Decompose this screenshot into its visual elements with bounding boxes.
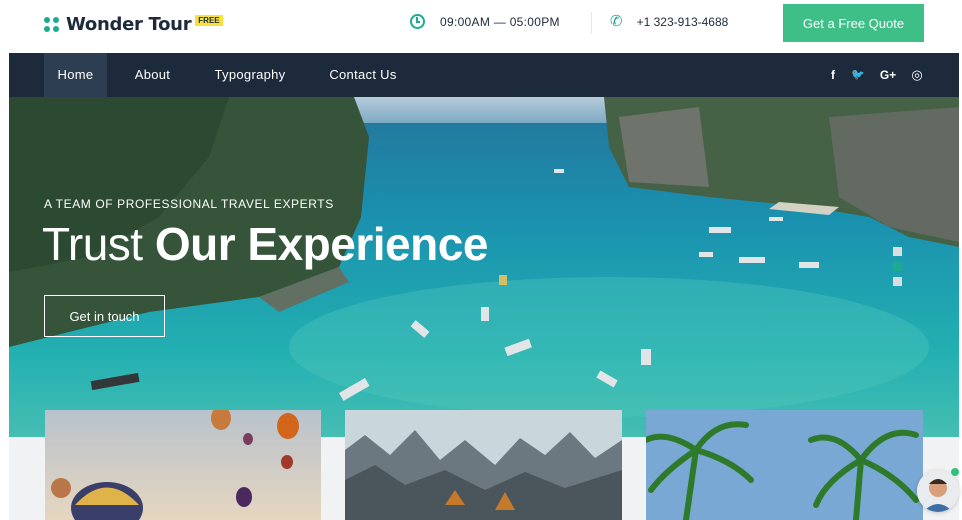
headline-bold: Our Experience	[154, 218, 489, 270]
support-agent-avatar	[917, 470, 959, 512]
chat-widget-avatar[interactable]	[917, 470, 959, 512]
free-badge: FREE	[195, 15, 223, 26]
online-status-dot	[951, 468, 959, 476]
clock-icon	[410, 14, 425, 29]
tour-card-balloons[interactable]	[45, 410, 321, 520]
main-nav: Home About Typography Contact Us f 🐦 G+ …	[9, 53, 959, 97]
hero-eyebrow: A TEAM OF PROFESSIONAL TRAVEL EXPERTS	[44, 197, 334, 211]
google-plus-icon[interactable]: G+	[877, 53, 899, 97]
instagram-icon[interactable]: ◎	[909, 53, 925, 97]
nav-item-contact[interactable]: Contact Us	[318, 53, 408, 97]
phone-number[interactable]: +1 323-913-4688	[637, 15, 729, 29]
headline-light: Trust	[42, 218, 143, 270]
mountains-image	[345, 410, 622, 520]
top-bar: Wonder Tour FREE 09:00AM — 05:00PM ✆ +1 …	[0, 0, 962, 53]
tour-card-mountains[interactable]	[345, 410, 622, 520]
nav-item-typography[interactable]: Typography	[200, 53, 300, 97]
hero-banner: A TEAM OF PROFESSIONAL TRAVEL EXPERTS Tr…	[9, 97, 959, 437]
business-hours: 09:00AM — 05:00PM	[410, 14, 560, 29]
hero-headline: Trust Our Experience	[42, 217, 488, 271]
get-in-touch-button[interactable]: Get in touch	[44, 295, 165, 337]
brand-name: Wonder Tour	[66, 13, 192, 35]
get-quote-button[interactable]: Get a Free Quote	[783, 4, 924, 42]
palm-trees-image	[646, 410, 923, 520]
twitter-icon[interactable]: 🐦	[850, 53, 866, 97]
balloons-image	[45, 410, 321, 520]
divider	[591, 12, 592, 34]
phone-contact: ✆ +1 323-913-4688	[610, 14, 728, 29]
slide-dot-3[interactable]	[893, 277, 902, 286]
nav-item-home[interactable]: Home	[44, 53, 107, 97]
nav-item-about[interactable]: About	[121, 53, 184, 97]
hours-text: 09:00AM — 05:00PM	[440, 14, 560, 29]
facebook-icon[interactable]: f	[826, 53, 840, 97]
slider-dots	[893, 247, 903, 292]
tour-card-palms[interactable]	[646, 410, 923, 520]
logo[interactable]: Wonder Tour FREE	[44, 12, 223, 36]
slide-dot-1[interactable]	[893, 247, 902, 256]
phone-icon: ✆	[610, 13, 623, 30]
logo-icon	[44, 16, 59, 32]
slide-dot-2[interactable]	[893, 262, 902, 271]
